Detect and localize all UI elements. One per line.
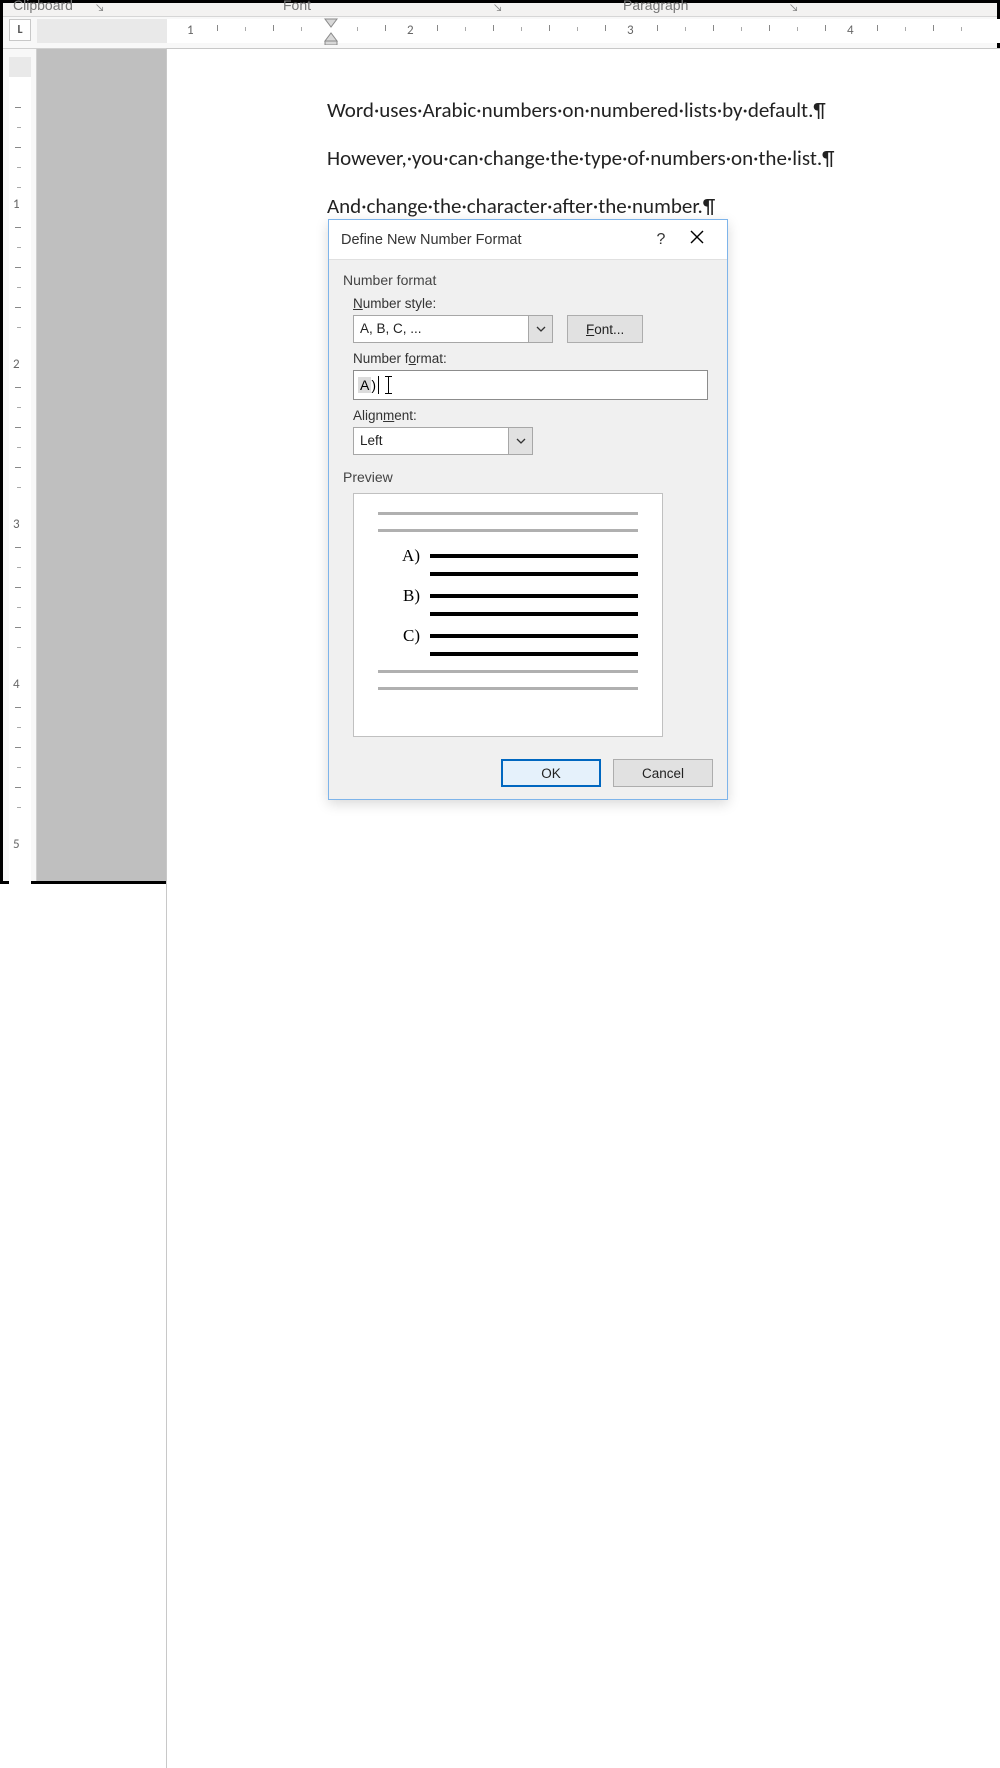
ribbon-group-font: Font	[283, 0, 311, 13]
vruler-number: 5	[13, 837, 20, 852]
ruler-number: 4	[847, 23, 854, 38]
vruler-number: 4	[13, 677, 20, 692]
ruler-track: 1 2 3 4	[37, 19, 993, 43]
number-format-section-label: Number format	[343, 272, 713, 288]
number-style-dropdown[interactable]: A, B, C, ...	[353, 315, 553, 343]
ruler-number: 2	[407, 23, 414, 38]
help-button[interactable]: ?	[643, 231, 679, 249]
word-window: Clipboard ↘ Font ↘ Paragraph ↘ L 1 2 3 4	[0, 0, 1000, 884]
preview-item-number: C)	[378, 626, 430, 646]
define-number-format-dialog: Define New Number Format ? Number format…	[328, 219, 728, 800]
vruler-number: 1	[13, 197, 20, 212]
vruler-number: 2	[13, 357, 20, 372]
indent-marker-icon[interactable]	[323, 17, 339, 45]
number-style-value: A, B, C, ...	[354, 316, 528, 342]
dropdown-button[interactable]	[508, 428, 532, 454]
preview-label: Preview	[343, 469, 713, 485]
alignment-value: Left	[354, 428, 508, 454]
cancel-button[interactable]: Cancel	[613, 759, 713, 787]
ribbon-strip: Clipboard ↘ Font ↘ Paragraph ↘	[3, 3, 997, 17]
ribbon-launcher-icon[interactable]: ↘	[95, 1, 109, 15]
document-line[interactable]: And·change·the·character·after·the·numbe…	[327, 193, 967, 219]
horizontal-ruler[interactable]: L 1 2 3 4	[3, 17, 997, 49]
dropdown-button[interactable]	[528, 316, 552, 342]
ibeam-cursor-icon	[385, 376, 393, 394]
dialog-buttons: OK Cancel	[329, 751, 727, 799]
alignment-dropdown[interactable]: Left	[353, 427, 533, 455]
dialog-title: Define New Number Format	[341, 232, 522, 248]
text-cursor-icon	[378, 376, 379, 394]
ribbon-group-paragraph: Paragraph	[623, 0, 688, 13]
ribbon-launcher-icon[interactable]: ↘	[789, 1, 803, 15]
ribbon-group-clipboard: Clipboard	[13, 0, 73, 13]
number-format-label: Number format:	[353, 351, 713, 366]
ok-button[interactable]: OK	[501, 759, 601, 787]
preview-item-number: B)	[378, 586, 430, 606]
document-line[interactable]: However,·you·can·change·the·type·of·numb…	[327, 145, 967, 171]
ruler-number: 3	[627, 23, 634, 38]
ribbon-launcher-icon[interactable]: ↘	[493, 1, 507, 15]
vruler-number: 3	[13, 517, 20, 532]
number-format-placeholder: A	[358, 377, 371, 393]
number-format-input[interactable]: A)	[353, 370, 708, 400]
dialog-titlebar[interactable]: Define New Number Format ?	[329, 220, 727, 260]
tab-selector[interactable]: L	[9, 19, 31, 41]
ruler-number: 1	[187, 23, 194, 38]
document-line[interactable]: Word·uses·Arabic·numbers·on·numbered·lis…	[327, 97, 967, 123]
close-icon	[690, 230, 704, 244]
preview-box: A) B) C)	[353, 493, 663, 737]
dialog-body: Number format Number style: A, B, C, ...…	[329, 260, 727, 751]
chevron-down-icon	[536, 326, 546, 332]
number-style-label: Number style:	[353, 296, 713, 311]
vertical-ruler[interactable]: 1 2 3 4 5	[3, 49, 37, 881]
close-button[interactable]	[679, 230, 715, 249]
font-button[interactable]: Font...	[567, 315, 643, 343]
chevron-down-icon	[516, 438, 526, 444]
alignment-label: Alignment:	[353, 408, 713, 423]
preview-item-number: A)	[378, 546, 430, 566]
